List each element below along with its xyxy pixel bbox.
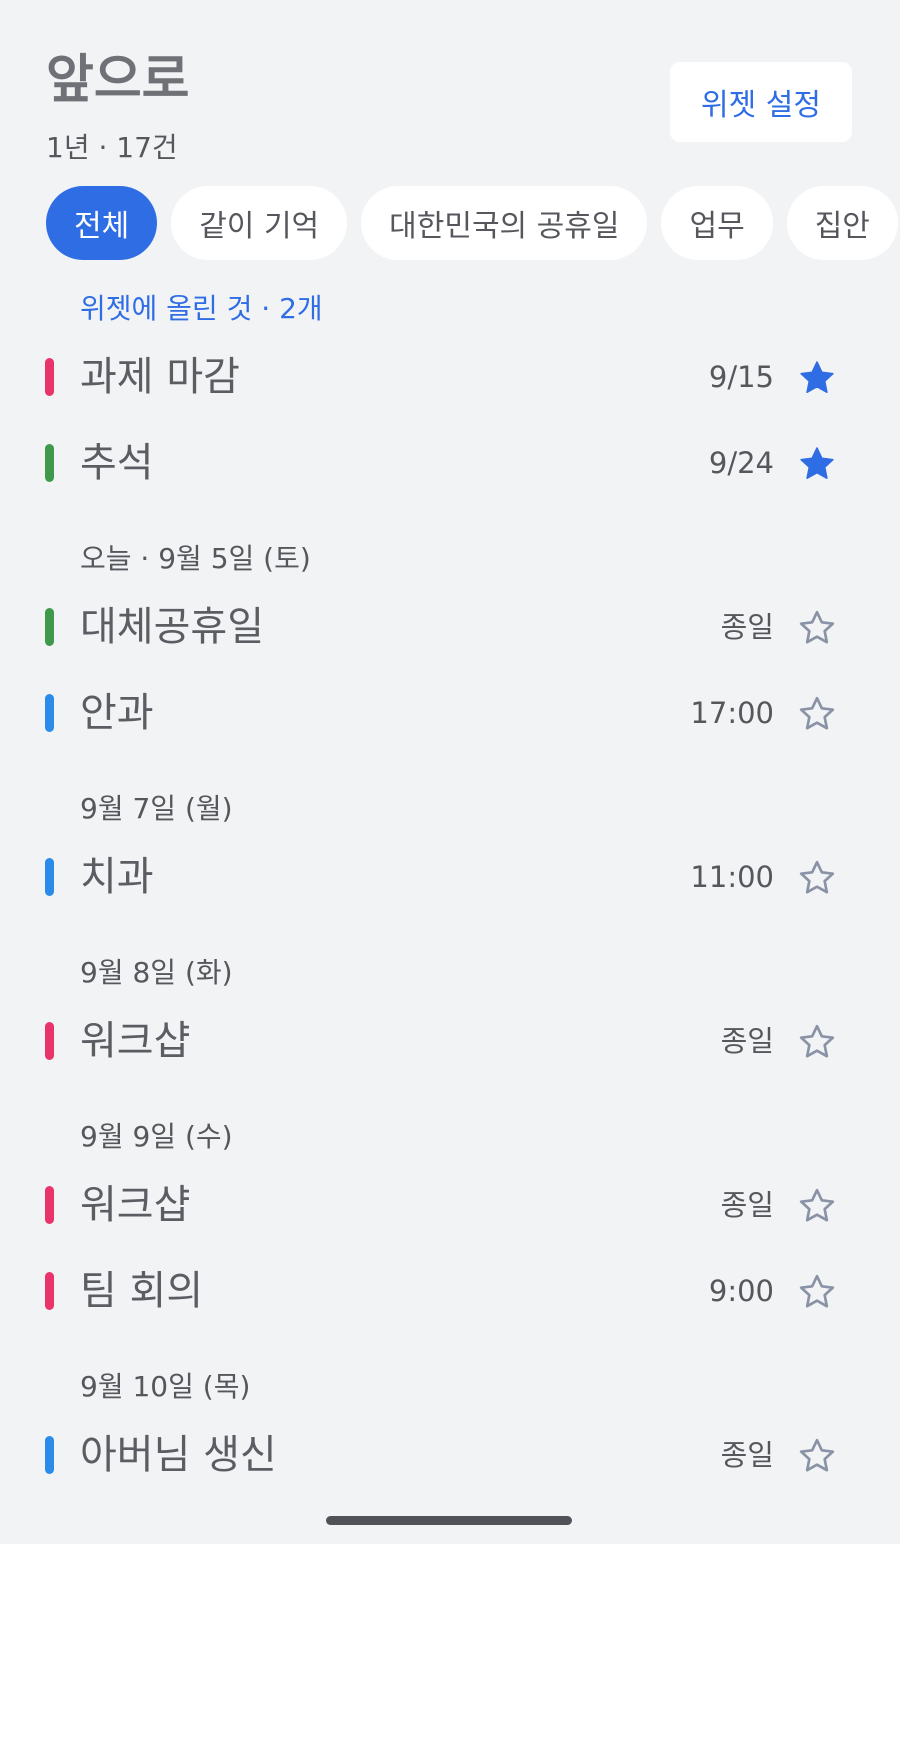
event-time: 종일 [720,1024,774,1058]
calendar-color-bar [45,694,54,732]
calendar-color-bar [45,1436,54,1474]
event-time: 종일 [720,1438,774,1472]
date-header: 9월 10일 (목) [80,1370,251,1403]
filter-chip[interactable]: 업무 [661,186,773,260]
event-list[interactable]: 위젯에 올린 것 · 2개과제 마감 9/15 추석 9/24 오늘 · 9월 5일 (… [0,280,900,1492]
calendar-color-bar [45,1186,54,1224]
event-title: 과제 마감 [80,354,240,400]
event-time: 종일 [720,1188,774,1222]
app-screen: 앞으로 1년 · 17건 위젯 설정 전체 같이 기억 대한민국의 공휴일 업무 집안 … [0,0,900,1544]
star-outline-icon[interactable] [797,1186,837,1226]
event-title: 아버님 생신 [80,1432,277,1478]
pinned-section-label: 위젯에 올린 것 · 2개 [80,292,323,325]
date-header: 9월 9일 (수) [80,1120,233,1153]
widget-settings-button[interactable]: 위젯 설정 [670,62,852,142]
event-time: 9/15 [708,360,774,394]
filter-chip[interactable]: 대한민국의 공휴일 [361,186,648,260]
star-outline-icon[interactable] [797,1022,837,1062]
event-time: 11:00 [690,860,774,894]
calendar-color-bar [45,1272,54,1310]
event-title: 워크샵 [80,1182,191,1228]
calendar-color-bar [45,858,54,896]
event-time: 9:00 [708,1274,774,1308]
event-time: 17:00 [690,696,774,730]
date-header: 9월 8일 (화) [80,956,233,989]
star-outline-icon[interactable] [797,858,837,898]
star-outline-icon[interactable] [797,1436,837,1476]
date-header: 오늘 · 9월 5일 (토) [80,542,311,575]
event-row[interactable]: 팀 회의 9:00 [0,1248,900,1334]
event-time: 종일 [720,610,774,644]
event-title: 치과 [80,854,154,900]
home-indicator[interactable] [326,1516,572,1525]
event-row[interactable]: 추석 9/24 [0,420,900,506]
filter-chip[interactable]: 같이 기억 [171,186,348,260]
filter-chip[interactable]: 전체 [46,186,158,260]
filter-chip[interactable]: 집안 [786,186,898,260]
star-outline-icon[interactable] [797,694,837,734]
calendar-color-bar [45,358,54,396]
event-title: 팀 회의 [80,1268,204,1314]
event-row[interactable]: 워크샵 종일 [0,1162,900,1248]
star-outline-icon[interactable] [797,1272,837,1312]
event-title: 대체공휴일 [80,604,264,650]
event-time: 9/24 [708,446,774,480]
event-row[interactable]: 워크샵 종일 [0,998,900,1084]
filter-chips: 전체 같이 기억 대한민국의 공휴일 업무 집안 [46,186,898,260]
date-header: 9월 7일 (월) [80,792,233,825]
star-filled-icon[interactable] [797,358,837,398]
event-title: 추석 [80,440,154,486]
page-title: 앞으로 [46,50,190,110]
event-title: 안과 [80,690,154,736]
event-row[interactable]: 과제 마감 9/15 [0,334,900,420]
star-filled-icon[interactable] [797,444,837,484]
event-row[interactable]: 대체공휴일 종일 [0,584,900,670]
calendar-color-bar [45,1022,54,1060]
event-row[interactable]: 아버님 생신 종일 [0,1412,900,1492]
calendar-color-bar [45,444,54,482]
event-row[interactable]: 치과 11:00 [0,834,900,920]
star-outline-icon[interactable] [797,608,837,648]
calendar-color-bar [45,608,54,646]
event-row[interactable]: 안과 17:00 [0,670,900,756]
page-subtitle: 1년 · 17건 [46,131,178,164]
event-title: 워크샵 [80,1018,191,1064]
